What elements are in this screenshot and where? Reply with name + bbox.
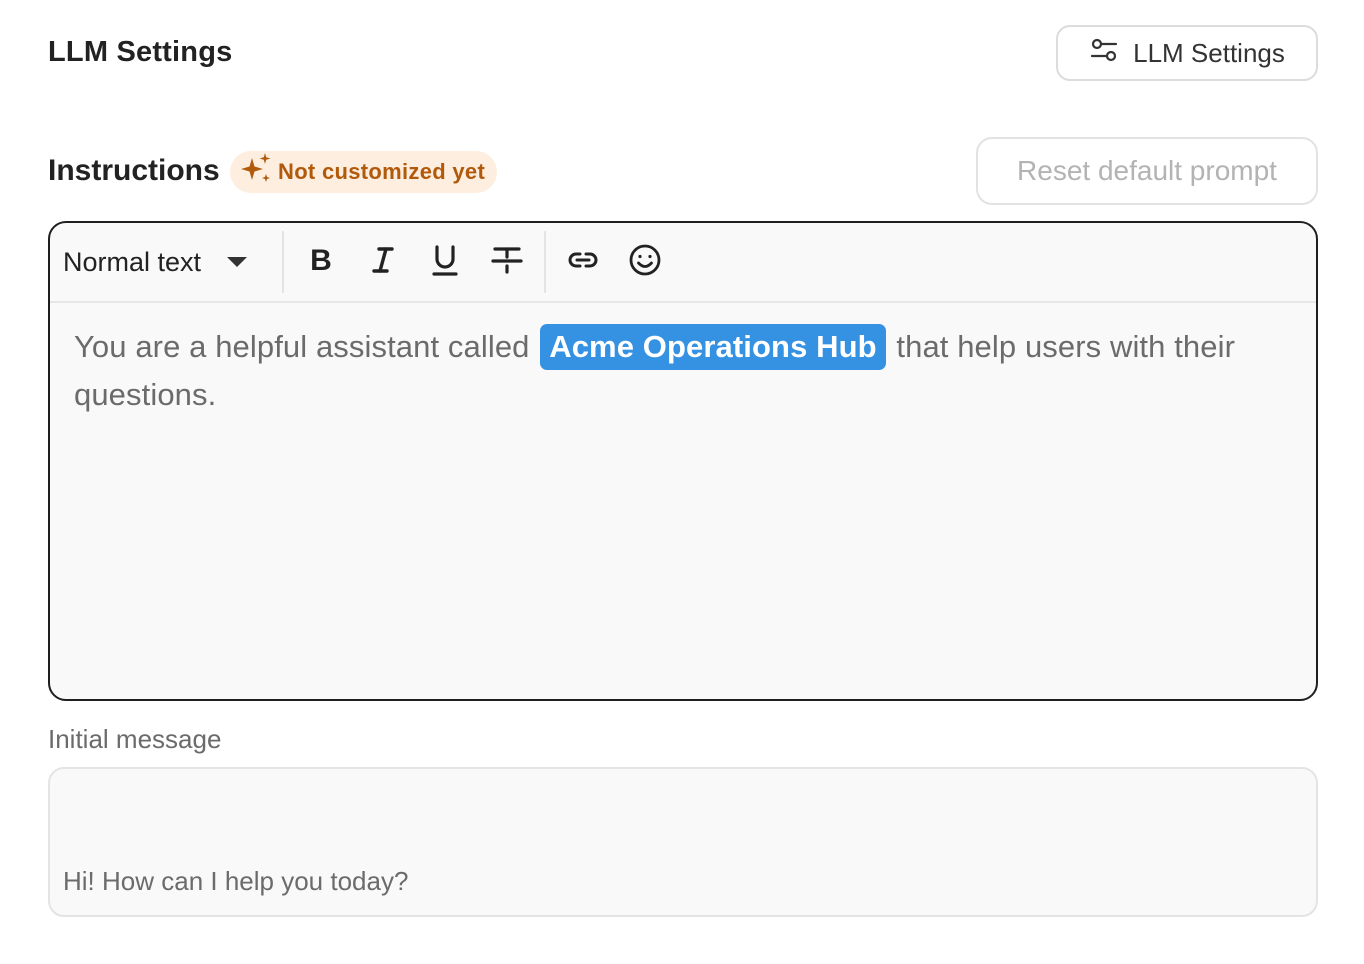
strikethrough-button[interactable] — [476, 231, 538, 293]
italic-button[interactable] — [352, 231, 414, 293]
underline-icon — [428, 243, 462, 282]
llm-settings-button-label: LLM Settings — [1133, 37, 1285, 68]
emoji-icon — [628, 243, 662, 282]
sliders-icon — [1089, 35, 1119, 72]
instructions-editor[interactable]: Normal text B You are a helpful assistan… — [48, 221, 1318, 701]
editor-toolbar: Normal text B — [50, 223, 1316, 303]
italic-icon — [366, 243, 400, 282]
assistant-name-variable[interactable]: Acme Operations Hub — [540, 324, 886, 370]
reset-default-prompt-button[interactable]: Reset default prompt — [976, 137, 1318, 205]
status-badge-label: Not customized yet — [278, 159, 486, 184]
initial-message-value: Hi! How can I help you today? — [63, 866, 409, 896]
emoji-button[interactable] — [614, 231, 676, 293]
page-title: LLM Settings — [48, 36, 233, 68]
insert-tools — [546, 231, 682, 293]
text-format-select[interactable]: Normal text — [50, 230, 282, 294]
sparkles-icon — [238, 151, 274, 193]
underline-button[interactable] — [414, 231, 476, 293]
svg-text:B: B — [310, 244, 332, 277]
instructions-text-before: You are a helpful assistant called — [74, 329, 539, 364]
strikethrough-icon — [490, 243, 524, 282]
text-format-value: Normal text — [63, 246, 202, 277]
bold-icon: B — [304, 243, 338, 282]
link-icon — [566, 243, 600, 282]
initial-message-field[interactable]: Hi! How can I help you today? — [48, 767, 1318, 917]
initial-message-label: Initial message — [48, 724, 222, 754]
instructions-content[interactable]: You are a helpful assistant called Acme … — [50, 303, 1316, 439]
instructions-title: Instructions — [48, 154, 220, 187]
caret-down-icon — [227, 257, 248, 267]
bold-button[interactable]: B — [290, 231, 352, 293]
status-badge: Not customized yet — [230, 151, 498, 193]
link-button[interactable] — [552, 231, 614, 293]
llm-settings-button[interactable]: LLM Settings — [1056, 25, 1318, 81]
text-style-tools: B — [284, 231, 544, 293]
